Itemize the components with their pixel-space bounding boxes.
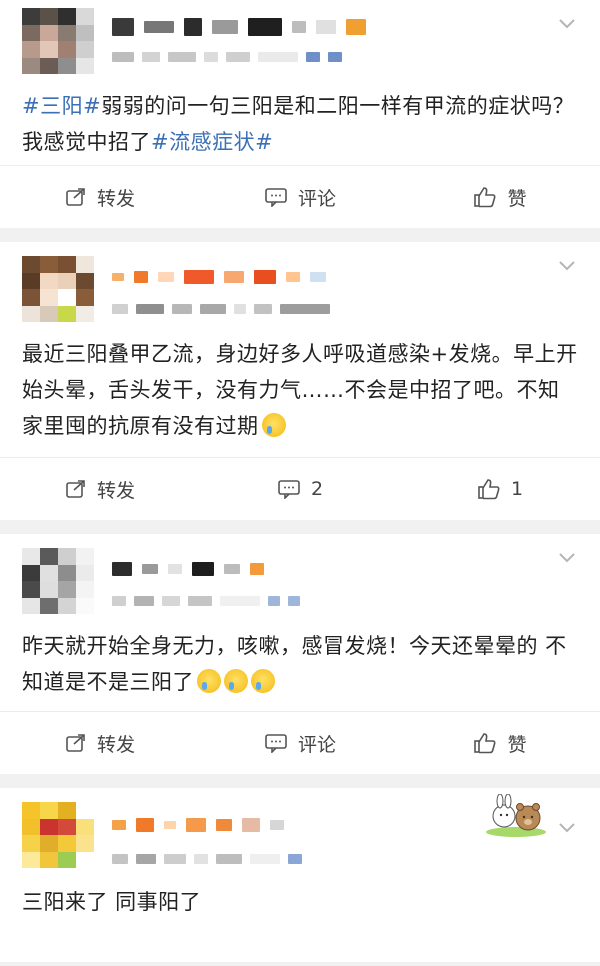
repost-label: 转发 xyxy=(96,733,135,756)
repost-icon xyxy=(66,480,85,498)
avatar[interactable] xyxy=(22,802,94,868)
thumbs-up-icon xyxy=(474,187,496,208)
post-text: 三阳来了 同事阳了 xyxy=(0,870,600,920)
comment-label: 评论 xyxy=(297,733,336,756)
post-text: 最近三阳叠甲乙流，身边好多人呼吸道感染+发烧。早上开始头晕，舌头发干，没有力气…… xyxy=(0,324,600,444)
post-body: 三阳来了 同事阳了 xyxy=(22,890,202,914)
repost-label: 转发 xyxy=(96,187,135,210)
card-gap xyxy=(0,520,600,534)
chevron-down-icon[interactable] xyxy=(556,546,578,568)
comment-icon xyxy=(265,188,287,207)
card-gap xyxy=(0,774,600,788)
post-card: 最近三阳叠甲乙流，身边好多人呼吸道感染+发烧。早上开始头晕，舌头发干，没有力气…… xyxy=(0,242,600,520)
like-label: 赞 xyxy=(507,187,527,210)
repost-button[interactable]: 转发 xyxy=(0,184,200,211)
like-button[interactable]: 1 xyxy=(400,478,600,500)
comment-count: 2 xyxy=(310,478,324,500)
post-header xyxy=(0,534,600,616)
repost-button[interactable]: 转发 xyxy=(0,476,200,503)
like-label: 赞 xyxy=(507,733,527,756)
post-body: 最近三阳叠甲乙流，身边好多人呼吸道感染+发烧。早上开始头晕，舌头发干，没有力气…… xyxy=(22,342,578,438)
post-meta-blurred xyxy=(112,304,330,314)
username-blurred[interactable] xyxy=(112,270,326,284)
chevron-down-icon[interactable] xyxy=(556,12,578,34)
chevron-down-icon[interactable] xyxy=(556,816,578,838)
like-button[interactable]: 赞 xyxy=(400,184,600,211)
bunny-bear-sticker-icon xyxy=(486,794,546,837)
post-card: #三阳#弱弱的问一句三阳是和二阳一样有甲流的症状吗？我感觉中招了#流感症状# 转… xyxy=(0,0,600,228)
crying-face-icon xyxy=(261,413,286,437)
post-header xyxy=(0,242,600,324)
comment-button[interactable]: 2 xyxy=(200,478,400,500)
comment-icon xyxy=(278,480,300,499)
avatar[interactable] xyxy=(22,8,94,74)
action-bar: 转发 2 1 xyxy=(0,458,600,520)
comment-button[interactable]: 评论 xyxy=(200,184,400,211)
post-text: #三阳#弱弱的问一句三阳是和二阳一样有甲流的症状吗？我感觉中招了#流感症状# xyxy=(0,82,600,160)
action-bar: 转发 评论 赞 xyxy=(0,166,600,228)
weibo-feed: #三阳#弱弱的问一句三阳是和二阳一样有甲流的症状吗？我感觉中招了#流感症状# 转… xyxy=(0,0,600,962)
sweat-face-icon xyxy=(224,669,248,693)
post-text: 昨天就开始全身无力，咳嗽，感冒发烧！今天还晕晕的 不知道是不是三阳了 xyxy=(0,616,600,700)
avatar[interactable] xyxy=(22,256,94,322)
post-header xyxy=(0,788,600,870)
post-body: 昨天就开始全身无力，咳嗽，感冒发烧！今天还晕晕的 不知道是不是三阳了 xyxy=(22,634,567,694)
repost-icon xyxy=(66,188,85,206)
repost-button[interactable]: 转发 xyxy=(0,730,200,757)
username-blurred[interactable] xyxy=(112,818,284,832)
repost-label: 转发 xyxy=(96,479,135,502)
post-card: 三阳来了 同事阳了 xyxy=(0,788,600,962)
post-meta-blurred xyxy=(112,52,342,62)
thumbs-up-icon xyxy=(478,479,500,500)
post-meta-blurred xyxy=(112,596,300,606)
thumbs-up-icon xyxy=(474,733,496,754)
post-body: 弱弱的问一句三阳是和二阳一样有甲流的症状吗？我感觉中招了 xyxy=(22,94,575,154)
like-button[interactable]: 赞 xyxy=(400,730,600,757)
comment-button[interactable]: 评论 xyxy=(200,730,400,757)
comment-label: 评论 xyxy=(297,187,336,210)
username-blurred[interactable] xyxy=(112,562,264,576)
action-bar: 转发 评论 赞 xyxy=(0,712,600,774)
avatar[interactable] xyxy=(22,548,94,614)
sweat-face-icon xyxy=(197,669,221,693)
sweat-face-icon xyxy=(251,669,275,693)
comment-icon xyxy=(265,734,287,753)
username-blurred[interactable] xyxy=(112,18,366,36)
post-header xyxy=(0,0,600,82)
hashtag-link[interactable]: #流感症状# xyxy=(151,130,273,154)
chevron-down-icon[interactable] xyxy=(556,254,578,276)
repost-icon xyxy=(66,734,85,752)
post-card: 昨天就开始全身无力，咳嗽，感冒发烧！今天还晕晕的 不知道是不是三阳了 转发 评论… xyxy=(0,534,600,774)
hashtag-link[interactable]: #三阳# xyxy=(22,94,101,118)
card-gap xyxy=(0,228,600,242)
like-count: 1 xyxy=(510,478,524,500)
post-meta-blurred xyxy=(112,854,302,864)
